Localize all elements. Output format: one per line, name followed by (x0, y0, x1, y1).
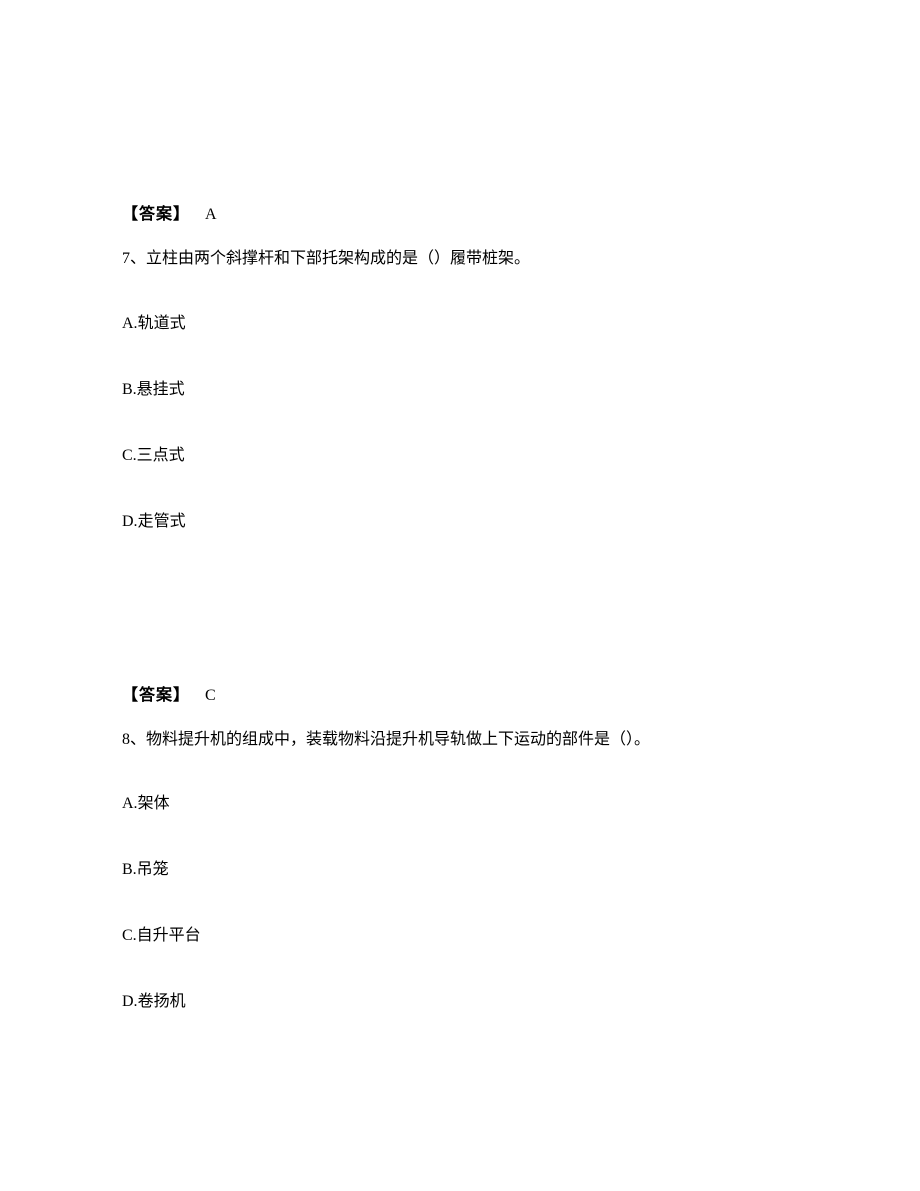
question-7-option-c: C.三点式 (122, 444, 798, 468)
option-letter: A. (122, 315, 138, 332)
question-7-option-a: A.轨道式 (122, 312, 798, 336)
question-8-option-d: D.卷扬机 (122, 990, 798, 1014)
option-text: 吊笼 (137, 861, 169, 878)
answer-value: A (205, 206, 218, 223)
answer-block-2: 【答案】 C (122, 681, 798, 705)
option-letter: C. (122, 927, 137, 944)
document-content: 【答案】 A 7、立柱由两个斜撑杆和下部托架构成的是（）履带桩架。 A.轨道式 … (0, 0, 920, 1014)
option-text: 卷扬机 (138, 993, 186, 1010)
option-letter: A. (122, 795, 138, 812)
question-8-stem: 8、物料提升机的组成中，装载物料沿提升机导轨做上下运动的部件是（）。 (122, 727, 798, 753)
section-gap (122, 576, 798, 681)
question-7-option-b: B.悬挂式 (122, 378, 798, 402)
option-text: 自升平台 (137, 927, 201, 944)
option-letter: B. (122, 861, 137, 878)
question-number: 8 (122, 731, 130, 748)
answer-label: 【答案】 (122, 687, 190, 704)
question-text: 物料提升机的组成中，装载物料沿提升机导轨做上下运动的部件是（）。 (146, 731, 650, 748)
question-8-option-a: A.架体 (122, 792, 798, 816)
question-8-option-b: B.吊笼 (122, 858, 798, 882)
option-letter: D. (122, 993, 138, 1010)
option-text: 三点式 (137, 447, 185, 464)
question-7-stem: 7、立柱由两个斜撑杆和下部托架构成的是（）履带桩架。 (122, 246, 798, 272)
answer-value: C (205, 687, 217, 704)
option-text: 走管式 (138, 513, 186, 530)
option-letter: C. (122, 447, 137, 464)
question-separator: 、 (130, 731, 146, 748)
option-letter: B. (122, 381, 137, 398)
question-8-option-c: C.自升平台 (122, 924, 798, 948)
option-text: 架体 (138, 795, 170, 812)
option-text: 轨道式 (138, 315, 186, 332)
question-number: 7 (122, 250, 130, 267)
answer-block-1: 【答案】 A (122, 200, 798, 224)
question-text: 立柱由两个斜撑杆和下部托架构成的是（）履带桩架。 (146, 250, 530, 267)
question-separator: 、 (130, 250, 146, 267)
question-7-option-d: D.走管式 (122, 510, 798, 534)
option-text: 悬挂式 (137, 381, 185, 398)
option-letter: D. (122, 513, 138, 530)
answer-label: 【答案】 (122, 206, 190, 223)
